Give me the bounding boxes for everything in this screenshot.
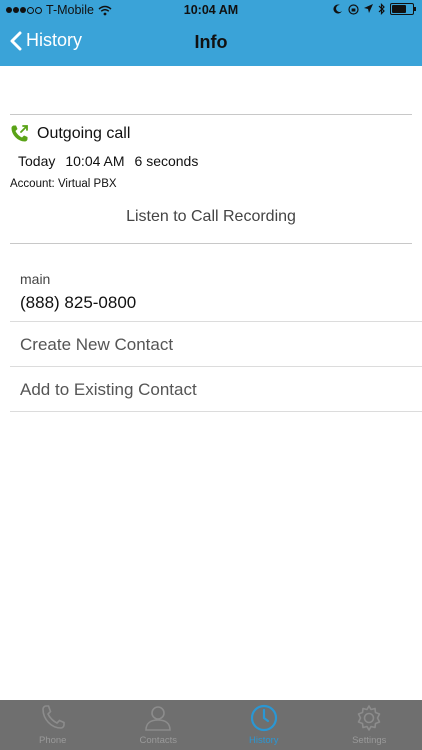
clock-icon	[250, 704, 277, 732]
outgoing-call-icon	[11, 125, 28, 142]
header-bar: T-Mobile 10:04 AM History Info	[0, 0, 422, 66]
call-details: Today 10:04 AM 6 seconds	[18, 153, 208, 169]
call-time: 10:04 AM	[65, 153, 125, 169]
tab-label: History	[248, 735, 279, 746]
battery-icon	[390, 3, 416, 15]
tab-label: Contacts	[139, 735, 178, 746]
divider	[10, 243, 412, 244]
divider	[10, 411, 422, 412]
divider	[10, 321, 422, 322]
call-type-label: Outgoing call	[37, 124, 131, 142]
listen-recording-button[interactable]: Listen to Call Recording	[0, 208, 422, 226]
moon-icon	[333, 4, 342, 14]
nav-bar: History Info	[0, 22, 422, 66]
tab-settings[interactable]: Settings	[317, 700, 422, 750]
gear-icon	[357, 705, 381, 731]
tab-bar: Phone Contacts History Settings	[0, 700, 422, 750]
location-icon	[364, 4, 373, 13]
status-right	[333, 3, 416, 15]
phone-icon	[41, 705, 65, 729]
tab-phone[interactable]: Phone	[0, 700, 106, 750]
tab-label: Phone	[39, 735, 67, 746]
contacts-icon	[145, 706, 172, 731]
number-type-label: main	[20, 271, 51, 287]
call-type-row: Outgoing call	[10, 124, 130, 143]
divider	[10, 366, 422, 367]
create-new-contact-button[interactable]: Create New Contact	[20, 335, 173, 355]
divider	[10, 114, 412, 115]
call-duration: 6 seconds	[134, 153, 199, 169]
rotation-lock-icon	[348, 3, 359, 15]
tab-label: Settings	[352, 735, 387, 746]
tab-history[interactable]: History	[211, 700, 317, 750]
account-label: Account: Virtual PBX	[10, 178, 117, 190]
status-bar: T-Mobile 10:04 AM	[0, 0, 422, 22]
page-title: Info	[194, 32, 228, 52]
phone-number[interactable]: (888) 825-0800	[20, 293, 136, 313]
add-to-existing-contact-button[interactable]: Add to Existing Contact	[20, 380, 197, 400]
call-date: Today	[18, 153, 56, 169]
tab-contacts[interactable]: Contacts	[106, 700, 212, 750]
bluetooth-icon	[378, 3, 385, 15]
